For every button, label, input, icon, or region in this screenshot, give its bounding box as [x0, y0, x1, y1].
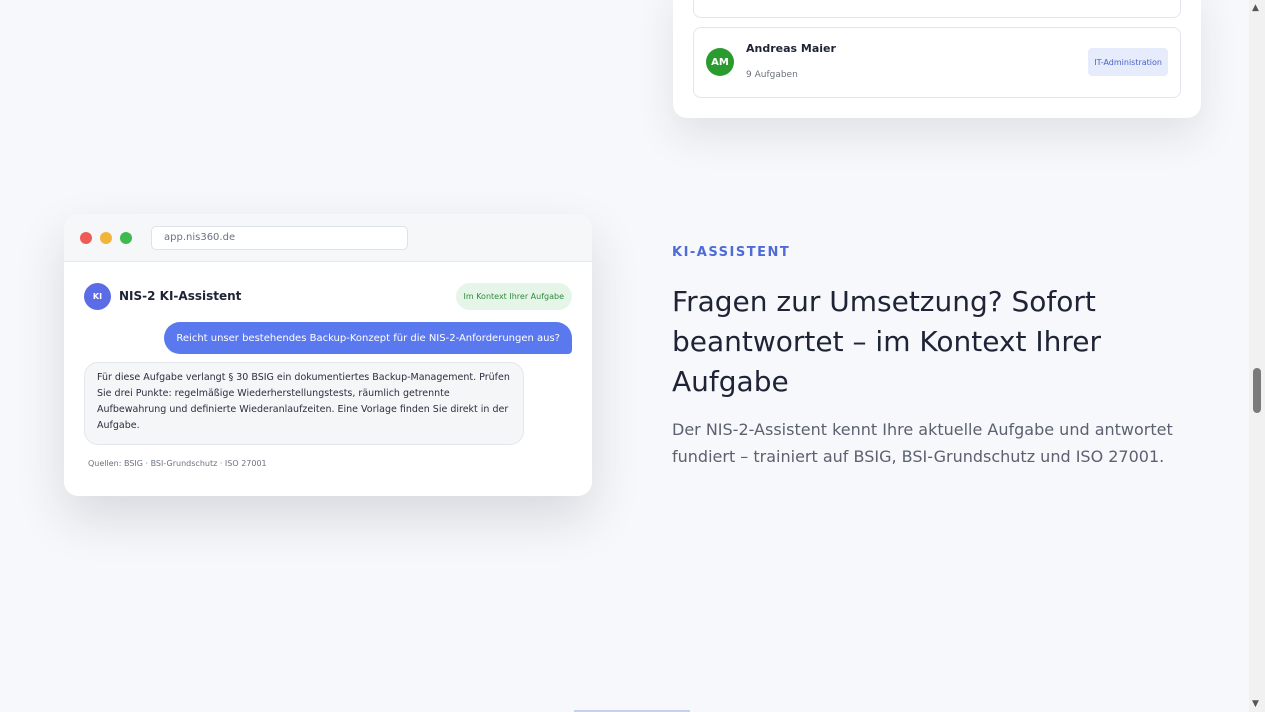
context-badge: Im Kontext Ihrer Aufgabe [455, 283, 572, 310]
member-row[interactable]: AM Andreas Maier 9 Aufgaben IT-Administr… [693, 27, 1181, 98]
assistant-title: NIS-2 KI-Assistent [119, 289, 242, 303]
browser-toolbar: app.nis360.de [64, 214, 592, 262]
minimize-dot-icon [100, 232, 112, 244]
assistant-avatar: KI [84, 283, 111, 310]
user-message: Reicht unser bestehendes Backup-Konzept … [164, 322, 572, 354]
scroll-up-icon[interactable]: ▲ [1252, 3, 1259, 13]
maximize-dot-icon [120, 232, 132, 244]
page-scrollbar[interactable]: ▲ ▼ [1249, 0, 1265, 712]
avatar: AM [706, 48, 734, 76]
sources-line: Quellen: BSIG · BSI-Grundschutz · ISO 27… [88, 459, 267, 468]
member-name: Andreas Maier [746, 42, 836, 55]
section-eyebrow: KI-ASSISTENT [672, 245, 791, 260]
role-badge: IT-Administration [1088, 48, 1168, 76]
close-dot-icon [80, 232, 92, 244]
url-bar[interactable]: app.nis360.de [151, 226, 408, 250]
team-card: AM Andreas Maier 9 Aufgaben IT-Administr… [673, 0, 1201, 118]
section-headline: Fragen zur Umsetzung? Sofort beantwortet… [672, 285, 1102, 398]
scroll-down-icon[interactable]: ▼ [1252, 699, 1259, 709]
scrollbar-thumb[interactable] [1253, 368, 1261, 413]
section-body: Der NIS-2-Assistent kennt Ihre aktuelle … [672, 420, 1173, 466]
member-task-count: 9 Aufgaben [746, 70, 798, 80]
member-row-partial[interactable] [693, 0, 1181, 18]
assistant-message: Für diese Aufgabe verlangt § 30 BSIG ein… [84, 362, 524, 445]
browser-mockup: app.nis360.de KI NIS-2 KI-Assistent Im K… [64, 214, 592, 496]
